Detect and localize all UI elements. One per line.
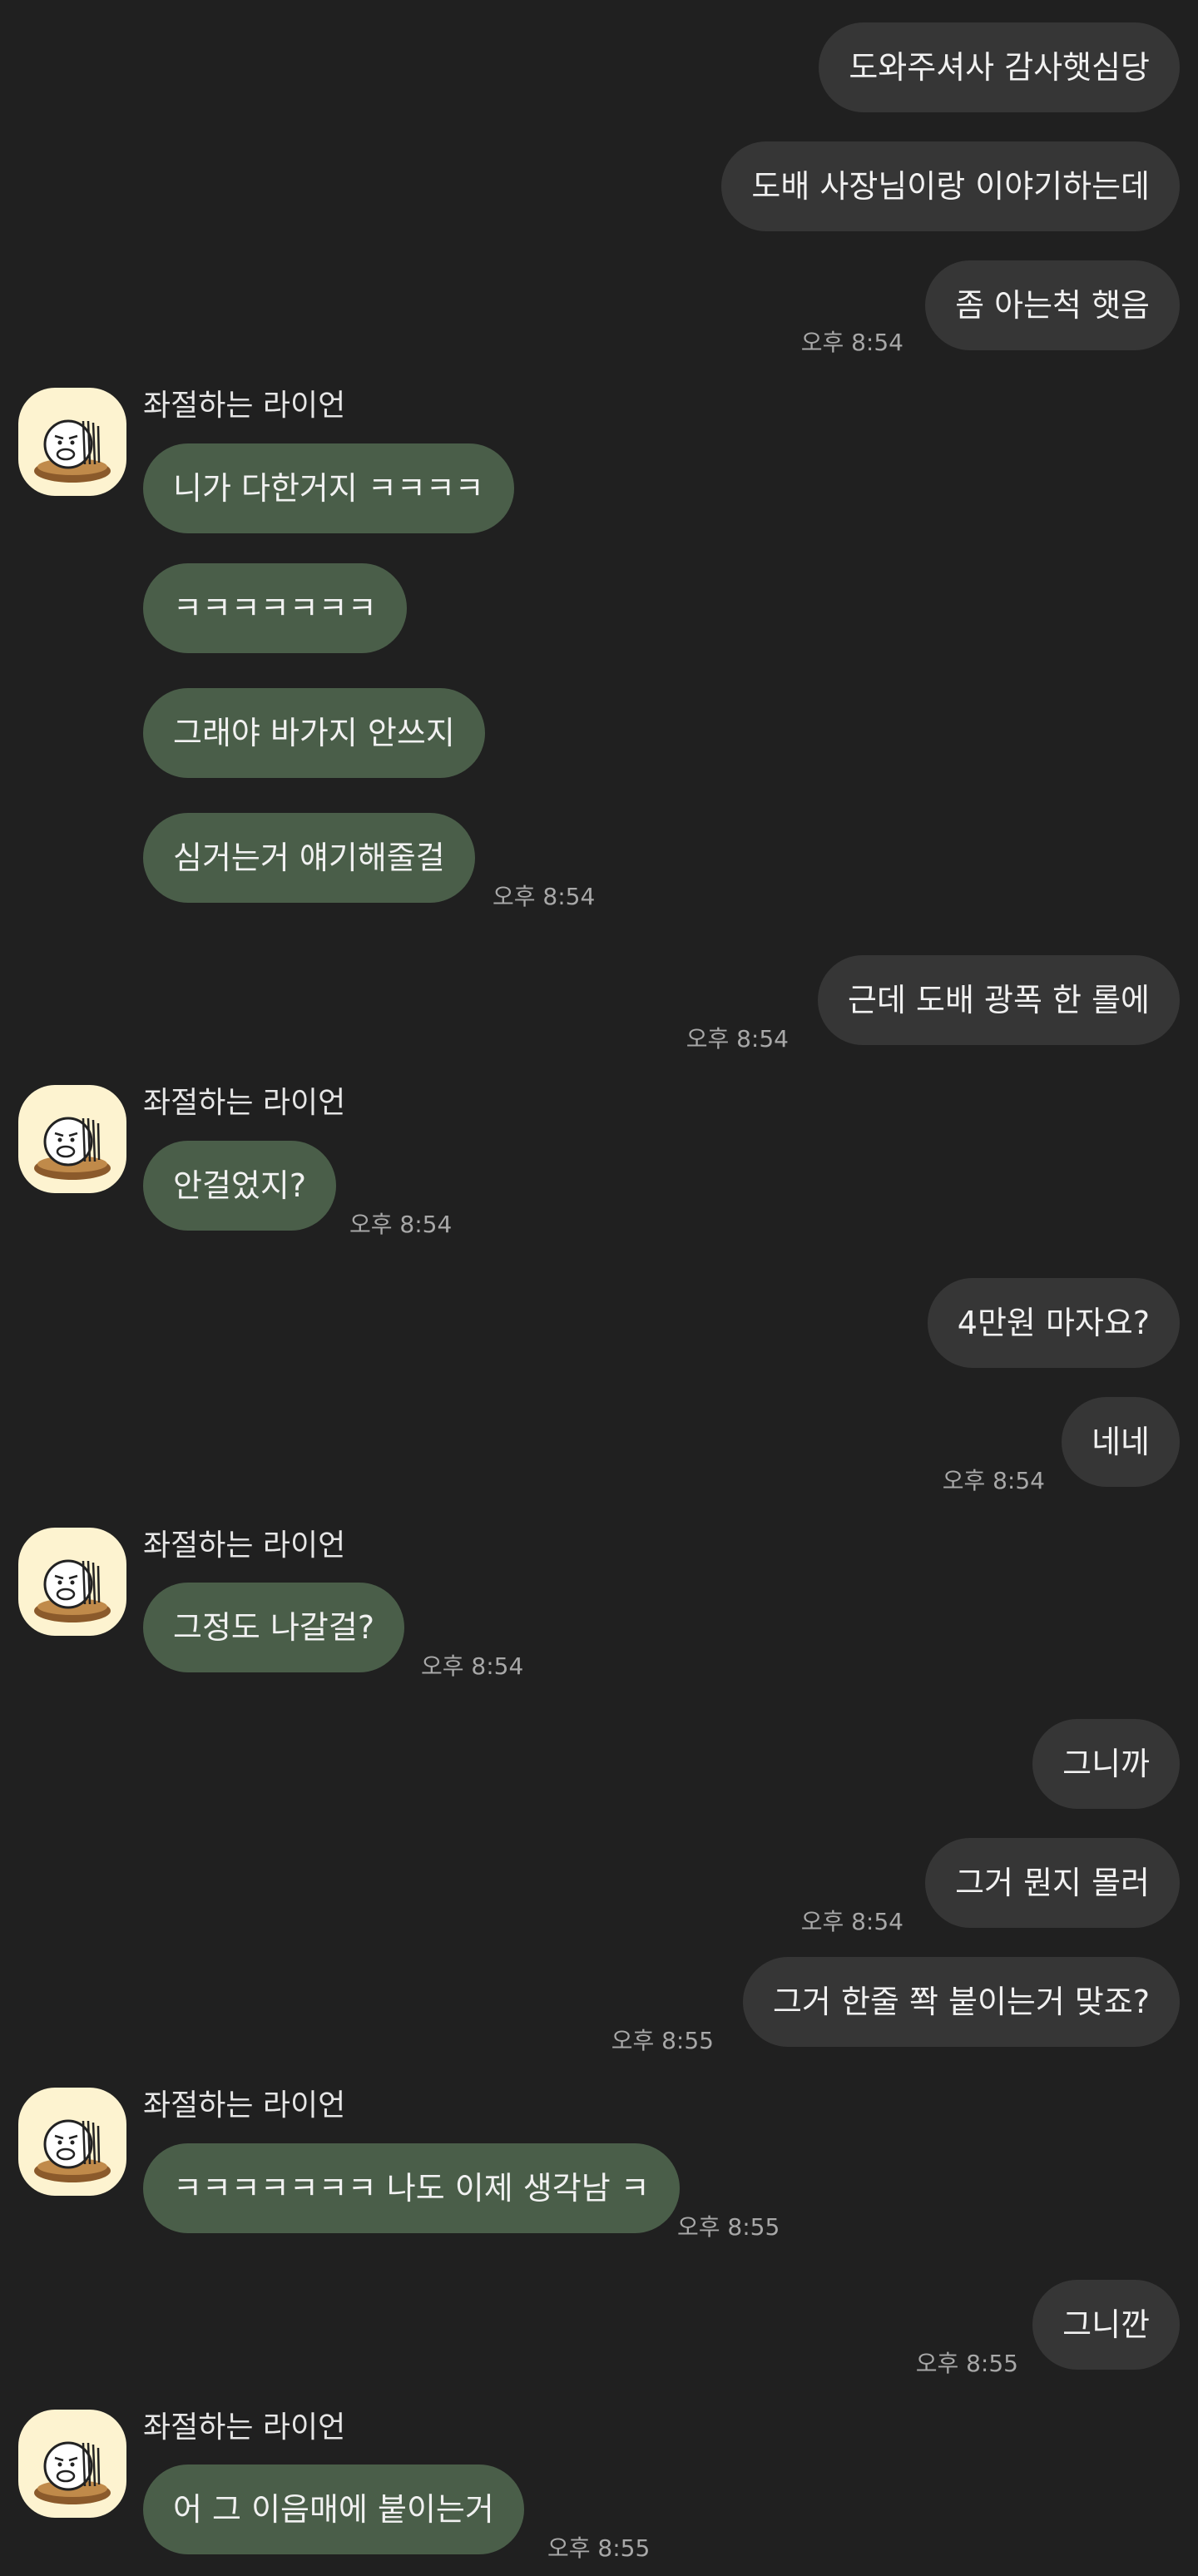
- incoming-message-bubble[interactable]: 안걸었지?: [143, 1141, 337, 1231]
- contact-avatar[interactable]: [18, 1528, 126, 1636]
- incoming-message-bubble[interactable]: 니가 다한거지 ㅋㅋㅋㅋ: [143, 443, 514, 533]
- message-timestamp: 오후 8:55: [915, 2350, 1018, 2377]
- message-timestamp: 오후 8:54: [800, 1908, 903, 1935]
- outgoing-message-bubble[interactable]: 좀 아는척 햇음: [925, 260, 1180, 350]
- sender-name: 좌절하는 라이언: [143, 2410, 346, 2445]
- ryan-sad-icon: [34, 1559, 111, 1622]
- outgoing-message-bubble[interactable]: 도와주셔사 감사햇심당: [819, 22, 1180, 112]
- message-timestamp: 오후 8:54: [800, 329, 903, 356]
- incoming-message-bubble[interactable]: 어 그 이음매에 붙이는거: [143, 2465, 524, 2554]
- message-timestamp: 오후 8:54: [686, 1025, 789, 1053]
- message-timestamp: 오후 8:55: [677, 2213, 780, 2241]
- message-timestamp: 오후 8:54: [493, 883, 596, 910]
- sender-name: 좌절하는 라이언: [143, 389, 346, 423]
- sender-name: 좌절하는 라이언: [143, 1086, 346, 1120]
- contact-avatar[interactable]: [18, 1085, 126, 1193]
- ryan-sad-icon: [34, 419, 111, 483]
- contact-avatar[interactable]: [18, 388, 126, 496]
- message-timestamp: 오후 8:54: [942, 1467, 1045, 1494]
- outgoing-message-bubble[interactable]: 그거 뭔지 몰러: [925, 1838, 1180, 1928]
- contact-avatar[interactable]: [18, 2088, 126, 2196]
- incoming-message-bubble[interactable]: ㅋㅋㅋㅋㅋㅋㅋ 나도 이제 생각남 ㅋ: [143, 2143, 680, 2233]
- ryan-sad-icon: [34, 2119, 111, 2182]
- outgoing-message-bubble[interactable]: 도배 사장님이랑 이야기하는데: [721, 141, 1180, 231]
- outgoing-message-bubble[interactable]: 근데 도배 광폭 한 롤에: [818, 955, 1180, 1045]
- incoming-message-bubble[interactable]: 그정도 나갈걸?: [143, 1583, 405, 1672]
- incoming-message-bubble[interactable]: 심거는거 얘기해줄걸: [143, 813, 475, 903]
- message-timestamp: 오후 8:54: [349, 1211, 453, 1238]
- outgoing-message-bubble[interactable]: 그니깐: [1032, 2280, 1180, 2370]
- ryan-sad-icon: [34, 1117, 111, 1180]
- outgoing-message-bubble[interactable]: 그거 한줄 쫙 붙이는거 맞죠?: [742, 1957, 1180, 2047]
- outgoing-message-bubble[interactable]: 4만원 마자요?: [927, 1278, 1180, 1368]
- ryan-sad-icon: [34, 2441, 111, 2504]
- chat-message-list[interactable]: 도와주셔사 감사햇심당 도배 사장님이랑 이야기하는데 좀 아는척 햇음 오후 …: [0, 0, 1198, 2576]
- outgoing-message-bubble[interactable]: 네네: [1062, 1397, 1180, 1487]
- message-timestamp: 오후 8:55: [547, 2534, 651, 2562]
- message-timestamp: 오후 8:54: [421, 1652, 524, 1680]
- sender-name: 좌절하는 라이언: [143, 2088, 346, 2123]
- incoming-message-bubble[interactable]: 그래야 바가지 안쓰지: [143, 688, 485, 778]
- sender-name: 좌절하는 라이언: [143, 1528, 346, 1563]
- message-timestamp: 오후 8:55: [611, 2027, 714, 2054]
- incoming-message-bubble[interactable]: ㅋㅋㅋㅋㅋㅋㅋ: [143, 563, 407, 653]
- contact-avatar[interactable]: [18, 2410, 126, 2518]
- outgoing-message-bubble[interactable]: 그니까: [1032, 1719, 1180, 1809]
